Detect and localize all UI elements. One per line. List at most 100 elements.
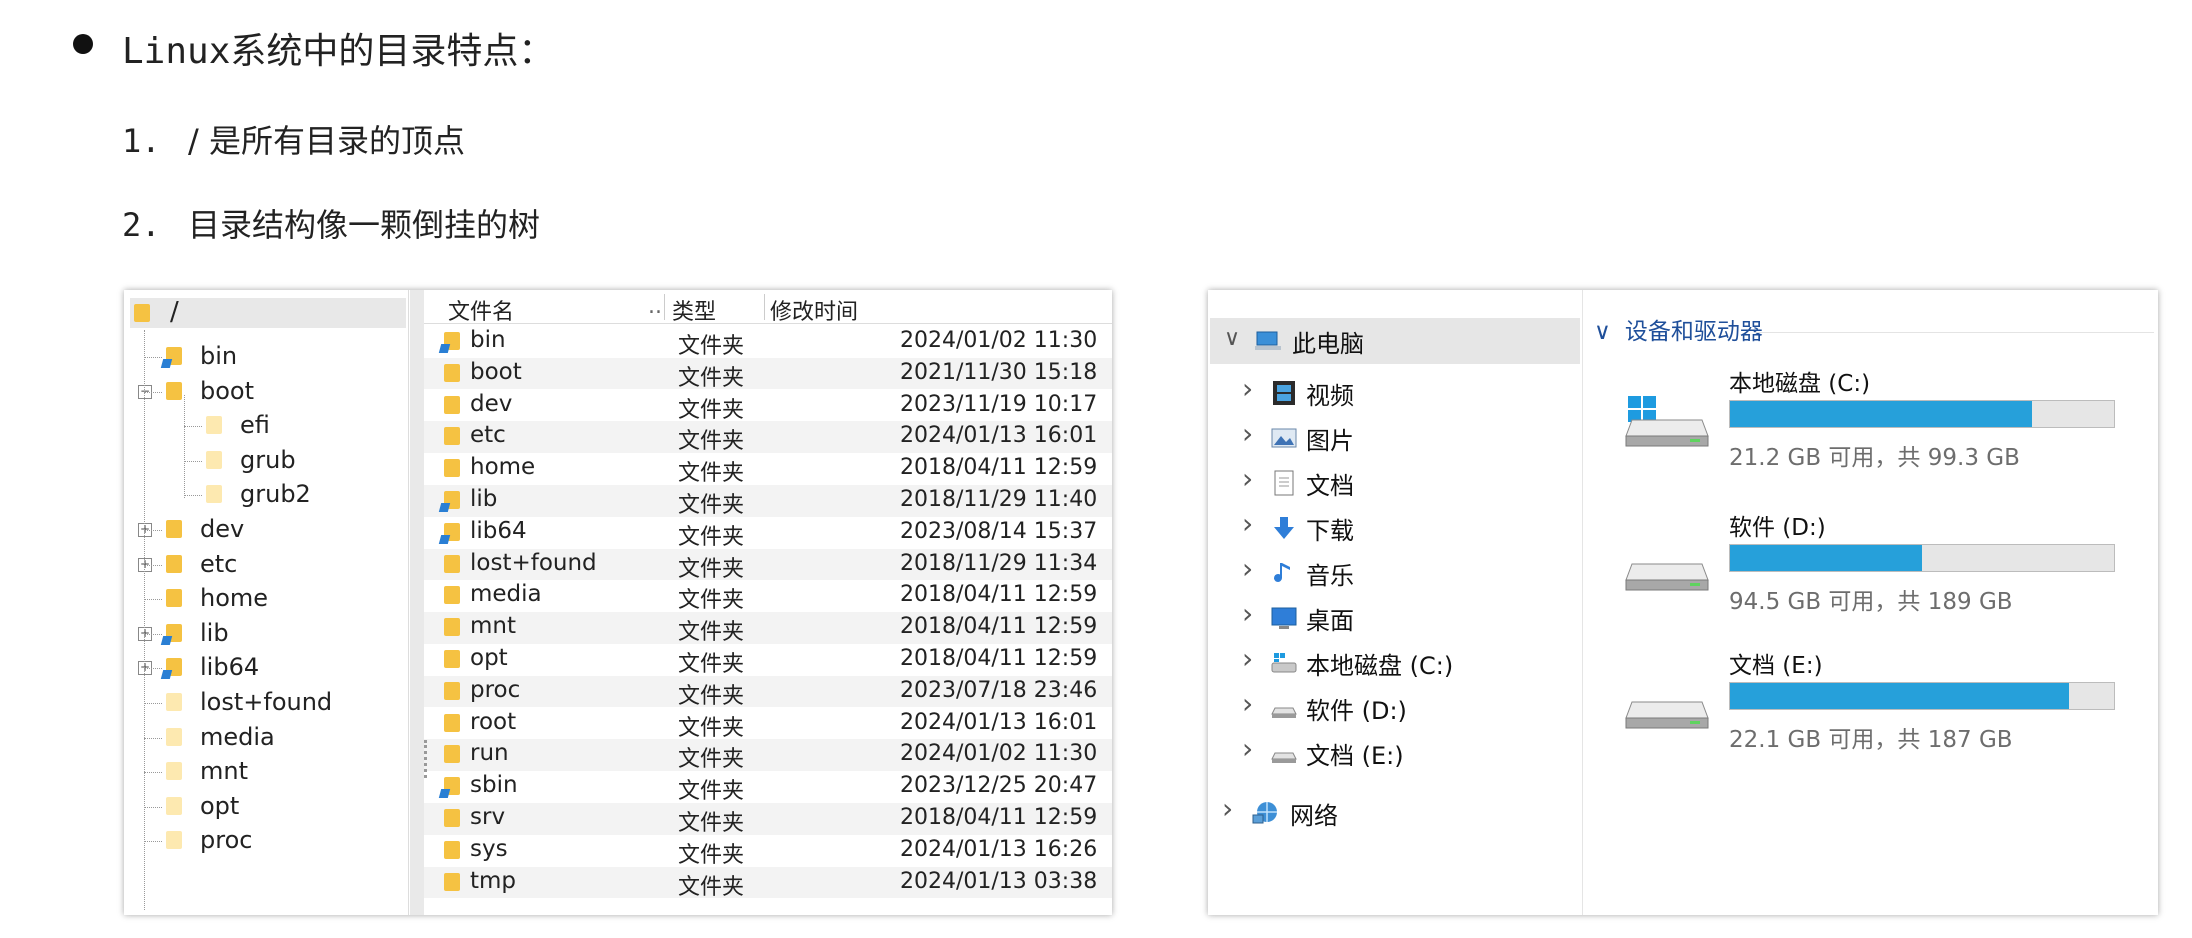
nav-item[interactable]: › 下载	[1208, 505, 1583, 551]
drive-space-text: 22.1 GB 可用，共 187 GB	[1729, 727, 2013, 753]
nav-item[interactable]: › 文档 (E:)	[1208, 730, 1583, 776]
file-row[interactable]: sbin 文件夹 2023/12/25 20:47	[424, 771, 1112, 804]
file-type: 文件夹	[678, 556, 745, 582]
tree-connector	[184, 394, 185, 499]
chevron-right-icon[interactable]: ›	[1242, 417, 1253, 450]
nav-item[interactable]: › 图片	[1208, 415, 1583, 461]
file-modified: 2024/01/02 11:30	[900, 328, 1098, 353]
file-row[interactable]: root 文件夹 2024/01/13 16:01	[424, 708, 1112, 741]
file-row[interactable]: etc 文件夹 2024/01/13 16:01	[424, 421, 1112, 454]
tree-connector	[144, 806, 162, 808]
file-row[interactable]: bin 文件夹 2024/01/02 11:30	[424, 326, 1112, 359]
section-header[interactable]: ∨ 设备和驱动器	[1594, 312, 1763, 346]
nav-item[interactable]: › 本地磁盘 (C:)	[1208, 640, 1583, 686]
tree-connector	[184, 426, 202, 428]
nav-item[interactable]: › 视频	[1208, 370, 1583, 416]
file-type: 文件夹	[678, 397, 745, 423]
file-type: 文件夹	[678, 588, 745, 614]
tree-connector	[144, 703, 162, 704]
nav-item[interactable]: › 音乐	[1208, 550, 1583, 596]
tree-connector	[144, 599, 162, 601]
chevron-right-icon[interactable]: ›	[1242, 687, 1253, 720]
file-type: 文件夹	[678, 811, 745, 836]
symlink-arrow-icon	[438, 534, 451, 544]
column-header-modified[interactable]: 修改时间	[770, 294, 858, 326]
file-list-header: 文件名 .. 类型 修改时间	[424, 290, 1112, 326]
nav-item[interactable]: › 网络	[1208, 790, 1583, 836]
file-row[interactable]: tmp 文件夹 2024/01/13 03:38	[424, 866, 1112, 900]
file-name: lost+found	[470, 549, 597, 576]
file-row[interactable]: run 文件夹 2024/01/02 11:30	[424, 739, 1112, 773]
nav-item[interactable]: › 文档	[1208, 460, 1583, 506]
pictures-icon	[1270, 424, 1298, 452]
section-title: 设备和驱动器	[1624, 319, 1763, 345]
chevron-right-icon[interactable]: ›	[1242, 732, 1253, 765]
column-header-name[interactable]: 文件名	[448, 294, 514, 326]
nav-item[interactable]: › 软件 (D:)	[1208, 685, 1583, 731]
column-divider[interactable]	[664, 294, 665, 320]
tree-item-label: proc	[200, 826, 253, 855]
chevron-right-icon[interactable]: ›	[1242, 462, 1253, 495]
file-modified: 2018/04/11 12:59	[900, 805, 1098, 830]
file-row[interactable]: media 文件夹 2018/04/11 12:59	[424, 580, 1112, 614]
column-header-type[interactable]: 类型	[672, 294, 716, 326]
download-icon	[1270, 514, 1298, 542]
chevron-right-icon[interactable]: ›	[1242, 642, 1253, 675]
chevron-right-icon[interactable]: ›	[1242, 552, 1253, 585]
chevron-right-icon[interactable]: ›	[1242, 372, 1253, 405]
folder-icon	[166, 727, 182, 746]
nav-item-label: 此电脑	[1292, 330, 1364, 358]
nav-item[interactable]: › 桌面	[1208, 595, 1583, 641]
column-divider[interactable]	[764, 294, 765, 320]
resize-grip[interactable]	[424, 740, 428, 778]
tree-connector	[144, 633, 162, 635]
file-row[interactable]: sys 文件夹 2024/01/13 16:26	[424, 835, 1112, 868]
file-row[interactable]: lost+found 文件夹 2018/11/29 11:34	[424, 548, 1112, 582]
chevron-right-icon[interactable]: ›	[1242, 507, 1253, 540]
drive-icon	[1624, 678, 1710, 730]
windows-drive-icon	[1624, 396, 1710, 448]
folder-icon	[444, 586, 460, 605]
drive-tile[interactable]: 本地磁盘 (C:) 21.2 GB 可用，共 99.3 GB	[1584, 358, 2158, 478]
folder-icon	[134, 304, 150, 322]
column-header-more[interactable]: ..	[648, 294, 662, 319]
drive-usage-bar	[1729, 682, 2115, 710]
slide-heading: Linux系统中的目录特点：	[122, 31, 555, 72]
file-name: lib64	[470, 517, 527, 544]
file-type: 文件夹	[678, 334, 745, 359]
file-row[interactable]: proc 文件夹 2023/07/18 23:46	[424, 675, 1112, 709]
folder-icon	[206, 416, 222, 435]
folder-icon	[206, 485, 222, 504]
file-row[interactable]: boot 文件夹 2021/11/30 15:18	[424, 357, 1112, 391]
chevron-right-icon[interactable]: ›	[1242, 597, 1253, 630]
nav-item-label: 下载	[1306, 517, 1354, 545]
file-name: tmp	[470, 867, 517, 894]
file-name: opt	[470, 645, 508, 671]
file-modified: 2024/01/13 16:01	[900, 709, 1098, 735]
drive-usage-fill	[1730, 401, 2032, 427]
nav-item[interactable]: ∨ 此电脑	[1210, 318, 1580, 364]
file-row[interactable]: opt 文件夹 2018/04/11 12:59	[424, 644, 1112, 677]
file-row[interactable]: home 文件夹 2018/04/11 12:59	[424, 453, 1112, 486]
file-row[interactable]: srv 文件夹 2018/04/11 12:59	[424, 803, 1112, 836]
drive-tile[interactable]: 文档 (E:) 22.1 GB 可用，共 187 GB	[1584, 640, 2158, 760]
folder-icon	[160, 658, 182, 680]
file-row[interactable]: mnt 文件夹 2018/04/11 12:59	[424, 612, 1112, 645]
file-row[interactable]: dev 文件夹 2023/11/19 10:17	[424, 390, 1112, 423]
file-row[interactable]: lib 文件夹 2018/11/29 11:40	[424, 485, 1112, 518]
tree-root[interactable]: /	[130, 297, 406, 328]
folder-icon	[166, 520, 182, 538]
drive-usage-bar	[1729, 400, 2115, 428]
file-modified: 2018/04/11 12:59	[900, 614, 1098, 640]
tree-item-label: dev	[200, 515, 245, 543]
chevron-right-icon[interactable]: ›	[1222, 792, 1233, 825]
drive-tile[interactable]: 软件 (D:) 94.5 GB 可用，共 189 GB	[1584, 502, 2158, 622]
file-row[interactable]: lib64 文件夹 2023/08/14 15:37	[424, 517, 1112, 550]
tree-item-label: efi	[240, 411, 270, 440]
file-type: 文件夹	[678, 747, 745, 773]
chevron-down-icon[interactable]: ∨	[1224, 326, 1240, 351]
file-name: proc	[470, 676, 521, 703]
folder-icon	[444, 618, 460, 637]
pane-splitter[interactable]	[410, 290, 424, 915]
nav-item-label: 图片	[1306, 427, 1354, 455]
